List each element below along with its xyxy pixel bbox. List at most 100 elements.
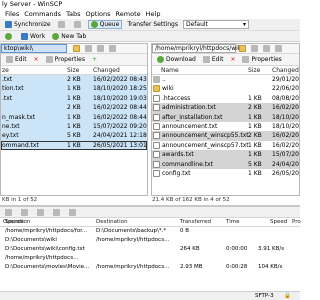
- queue-button-4[interactable]: [51, 208, 64, 217]
- local-edit-button[interactable]: Edit: [4, 55, 29, 64]
- queue-toolbar: [0, 207, 300, 218]
- queue-pause-icon: [21, 208, 28, 216]
- table-row[interactable]: wiki 22/06/2022: [152, 84, 299, 93]
- col-changed[interactable]: Changed: [93, 67, 120, 74]
- table-row[interactable]: .txt 2 KB 16/02/2022 08:43:01: [1, 75, 147, 85]
- col-transferred[interactable]: Transferred: [180, 219, 211, 225]
- queue-source: D:\Documents\wiki\config.txt: [5, 246, 85, 252]
- queue-button-1[interactable]: [3, 208, 16, 217]
- local-path-bar: ktop\wiki\: [1, 44, 147, 54]
- table-row[interactable]: .. 29/01/2022: [152, 75, 299, 84]
- tab-work[interactable]: Work: [19, 32, 47, 41]
- queue-speed: 3.91 KB/s: [258, 246, 285, 252]
- file-name: tion.txt: [2, 85, 24, 93]
- menu-remote[interactable]: Remote: [116, 10, 141, 18]
- remote-file-list: .. 29/01/2022 wiki 22/06/2022 .htaccess 1 KB 0…: [152, 75, 299, 178]
- remote-path-field[interactable]: /home/mprikryl/httpdocs/wiki/: [152, 44, 245, 53]
- table-row[interactable]: announcement_winscp57.txt1 KB 16/02/2022: [152, 141, 299, 150]
- col-name[interactable]: Name: [161, 67, 179, 74]
- delete-icon: ✕: [230, 56, 236, 63]
- queue-transferred: 264 KB: [180, 246, 200, 252]
- table-row[interactable]: ommand.txt 1 KB 26/05/2021 13:01:45: [1, 140, 147, 151]
- local-delete-button[interactable]: ✕: [32, 55, 41, 64]
- queue-row[interactable]: /home/mprikryl/httpdocs...: [0, 254, 300, 263]
- find-button[interactable]: [72, 20, 85, 29]
- back-icon[interactable]: [251, 45, 258, 52]
- forward-icon[interactable]: [97, 45, 104, 52]
- refresh-icon[interactable]: [275, 45, 282, 52]
- queue-speed: 104 KB/s: [258, 264, 283, 270]
- col-name[interactable]: ze: [2, 67, 9, 74]
- menu-help[interactable]: Help: [146, 10, 161, 18]
- queue-list: /home/mprikryl/httpdocs/for... D:\Documen…: [0, 227, 300, 272]
- queue-button-3[interactable]: [35, 208, 48, 217]
- synchronize-button[interactable]: Synchronize: [3, 20, 53, 29]
- col-changed[interactable]: Changed: [272, 67, 299, 74]
- remote-properties-button[interactable]: Properties: [240, 55, 283, 64]
- table-row[interactable]: after_installation.txt 1 KB 18/10/2020: [152, 112, 299, 122]
- local-toolbar: Edit ✕ Properties +: [1, 54, 147, 66]
- table-row[interactable]: announcement_winscp55.txt2 KB 16/02/2022: [152, 131, 299, 141]
- col-progress[interactable]: Pro: [292, 219, 301, 225]
- queue-source: D:\Documents\movies\Movie...: [5, 264, 90, 270]
- queue-destination: D:\Documents\backup\*.*: [96, 228, 167, 234]
- col-time[interactable]: Time: [226, 219, 239, 225]
- file-icon: [153, 151, 160, 159]
- tab-icon-button[interactable]: [3, 32, 16, 41]
- compare-button[interactable]: [56, 20, 69, 29]
- back-icon[interactable]: [85, 45, 92, 52]
- queue-row[interactable]: D:\Documents\wiki/home/mprikryl/httpdocs…: [0, 236, 300, 245]
- file-size: 2 KB: [248, 132, 262, 140]
- file-name: ..: [162, 76, 166, 83]
- table-row[interactable]: 2 KB 16/02/2022 08:44:28: [1, 103, 147, 113]
- folder-icon[interactable]: [73, 45, 80, 52]
- col-size[interactable]: Size: [248, 67, 260, 74]
- file-icon: [153, 113, 160, 121]
- table-row[interactable]: [1, 150, 147, 159]
- queue-destination: /home/mprikryl/httpdocs...: [96, 264, 170, 270]
- table-row[interactable]: commandline.txt 5 KB 24/04/2021: [152, 159, 299, 169]
- menu-commands[interactable]: Commands: [24, 10, 61, 18]
- queue-up-icon: [37, 208, 44, 216]
- col-speed[interactable]: Speed: [270, 219, 287, 225]
- local-new-button[interactable]: +: [90, 55, 99, 64]
- folder-icon[interactable]: [239, 45, 246, 52]
- col-destination[interactable]: Destination: [96, 219, 128, 225]
- transfer-settings-button[interactable]: Transfer Settings: [125, 20, 180, 29]
- table-row[interactable]: administration.txt 2 KB 16/02/2022: [152, 103, 299, 113]
- queue-row[interactable]: /home/mprikryl/httpdocs/for... D:\Documen…: [0, 227, 300, 236]
- queue-button[interactable]: Queue: [87, 20, 123, 29]
- local-pane: ktop\wiki\ Edit ✕ Properties + ze Size C…: [0, 43, 148, 196]
- local-path-field[interactable]: ktop\wiki\: [1, 44, 67, 53]
- queue-row[interactable]: D:\Documents\movies\Movie... /home/mprikr…: [0, 263, 300, 272]
- table-row[interactable]: announcement.txt 1 KB 18/10/2020: [152, 122, 299, 131]
- table-row[interactable]: ey.txt 5 KB 24/04/2021 12:18:24: [1, 131, 147, 141]
- table-row[interactable]: .htaccess 1 KB 08/08/2022: [152, 94, 299, 103]
- transfer-preset-select[interactable]: Default ▾: [182, 20, 249, 29]
- local-properties-button[interactable]: Properties: [44, 55, 87, 64]
- queue-button-2[interactable]: [19, 208, 32, 217]
- refresh-icon[interactable]: [109, 45, 116, 52]
- file-name: n_mask.txt: [2, 113, 36, 121]
- remote-edit-button[interactable]: Edit: [201, 55, 226, 64]
- file-size: 5 KB: [67, 132, 81, 140]
- queue-button-5[interactable]: [67, 208, 80, 217]
- forward-icon[interactable]: [263, 45, 270, 52]
- remote-download-button[interactable]: Download: [155, 55, 198, 64]
- table-row[interactable]: ne.txt 1 KB 15/07/2022 09:20:04: [1, 121, 147, 132]
- file-name: after_installation.txt: [162, 113, 223, 121]
- menu-options[interactable]: Options: [85, 10, 110, 18]
- table-row[interactable]: awards.txt 1 KB 15/07/2022: [152, 150, 299, 160]
- remote-delete-button[interactable]: ✕: [228, 55, 237, 64]
- table-row[interactable]: config.txt 1 KB 26/05/2021: [152, 169, 299, 178]
- menu-tabs[interactable]: Tabs: [66, 10, 80, 18]
- table-row[interactable]: tion.txt 1 KB 18/10/2020 18:25:15: [1, 84, 147, 94]
- tab-new[interactable]: New Tab: [50, 32, 88, 41]
- menu-files[interactable]: Files: [5, 10, 19, 18]
- col-source[interactable]: Source: [5, 219, 24, 225]
- remote-pane: /home/mprikryl/httpdocs/wiki/ Download E…: [151, 43, 300, 196]
- table-row[interactable]: .txt 1 KB 18/10/2020 19:03:55: [1, 93, 147, 104]
- queue-row[interactable]: D:\Documents\wiki\config.txt 264 KB 0:00:0…: [0, 245, 300, 254]
- table-row[interactable]: n_mask.txt 1 KB 16/02/2022 08:44:54: [1, 112, 147, 122]
- col-size[interactable]: Size: [67, 67, 79, 74]
